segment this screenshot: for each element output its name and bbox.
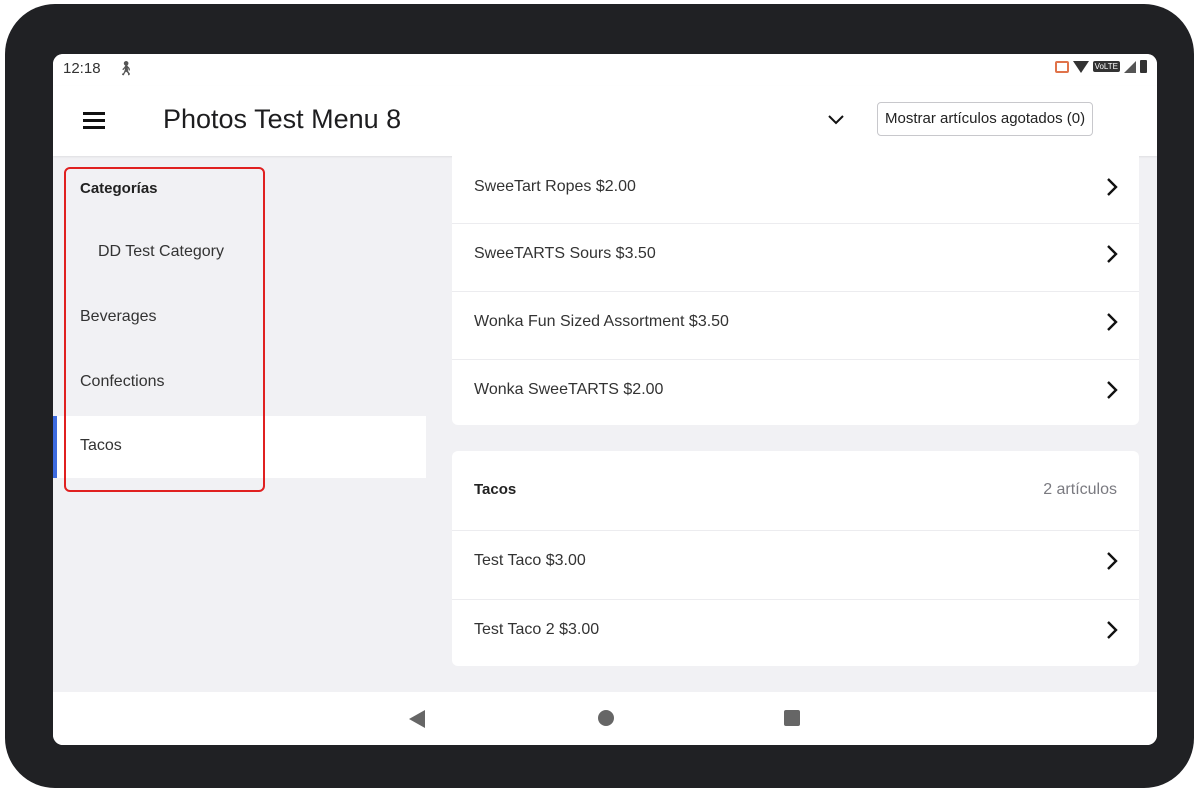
list-item[interactable]: Wonka Fun Sized Assortment $3.50 [452, 291, 1139, 359]
page-title: Photos Test Menu 8 [163, 104, 402, 134]
confections-item-list: SweeTart Ropes $2.00 SweeTARTS Sours $3.… [452, 156, 1139, 425]
sidebar-item-confections[interactable]: Confections [53, 352, 426, 414]
section-header: Tacos 2 artículos [452, 451, 1139, 529]
signal-icon [1124, 60, 1136, 73]
cast-icon [1054, 60, 1069, 73]
chevron-right-icon [1107, 245, 1118, 263]
sidebar-heading: Categorías [80, 180, 158, 197]
sidebar-item-label: Beverages [80, 308, 157, 325]
item-label: Test Taco $3.00 [474, 552, 586, 569]
chevron-right-icon [1107, 621, 1118, 639]
hamburger-menu-icon[interactable] [83, 112, 105, 129]
item-label: Test Taco 2 $3.00 [474, 621, 600, 638]
sidebar-item-tacos[interactable]: Tacos [53, 416, 426, 478]
battery-icon [1140, 60, 1147, 73]
section-item-count: 2 artículos [1043, 481, 1117, 498]
chevron-right-icon [1107, 178, 1118, 196]
status-time: 12:18 [63, 60, 101, 77]
back-icon[interactable] [409, 710, 425, 728]
sidebar-item-label: Confections [80, 373, 165, 390]
list-item[interactable]: Test Taco $3.00 [452, 530, 1139, 598]
item-label: SweeTart Ropes $2.00 [474, 178, 636, 195]
list-item[interactable]: Wonka SweeTARTS $2.00 [452, 359, 1139, 427]
sidebar-item-label: DD Test Category [98, 243, 224, 260]
recents-icon[interactable] [784, 710, 800, 726]
show-sold-out-button[interactable]: Mostrar artículos agotados (0) [877, 102, 1094, 136]
list-item[interactable]: SweeTart Ropes $2.00 [452, 156, 1139, 224]
item-label: Wonka Fun Sized Assortment $3.50 [474, 313, 729, 330]
chevron-right-icon [1107, 381, 1118, 399]
home-icon[interactable] [598, 710, 614, 726]
system-nav-bar [53, 692, 1157, 745]
sidebar-item-dd-test-category[interactable]: DD Test Category [53, 222, 426, 284]
section-title: Tacos [474, 481, 517, 498]
item-label: Wonka SweeTARTS $2.00 [474, 381, 664, 398]
sidebar-item-beverages[interactable]: Beverages [53, 287, 426, 349]
volte-icon: VoLTE [1092, 61, 1120, 72]
chevron-right-icon [1107, 552, 1118, 570]
tacos-section-card: Tacos 2 artículos Test Taco $3.00 Test T… [452, 451, 1139, 666]
tablet-frame: 12:18 🚶︎ VoLTE Photos Test Menu 8 Mostra… [5, 4, 1194, 788]
status-bar: 12:18 🚶︎ VoLTE [53, 54, 1157, 86]
app-bar: Photos Test Menu 8 Mostrar artículos ago… [53, 86, 1157, 156]
item-label: SweeTARTS Sours $3.50 [474, 245, 656, 262]
list-item[interactable]: Test Taco 2 $3.00 [452, 599, 1139, 667]
screen: 12:18 🚶︎ VoLTE Photos Test Menu 8 Mostra… [53, 54, 1157, 745]
chevron-down-icon[interactable] [827, 110, 845, 128]
walk-icon: 🚶︎ [117, 60, 135, 76]
sidebar-item-label: Tacos [80, 437, 122, 454]
chevron-right-icon [1107, 313, 1118, 331]
wifi-icon [1072, 60, 1089, 73]
list-item[interactable]: SweeTARTS Sours $3.50 [452, 223, 1139, 291]
status-icons: VoLTE [1054, 60, 1147, 73]
